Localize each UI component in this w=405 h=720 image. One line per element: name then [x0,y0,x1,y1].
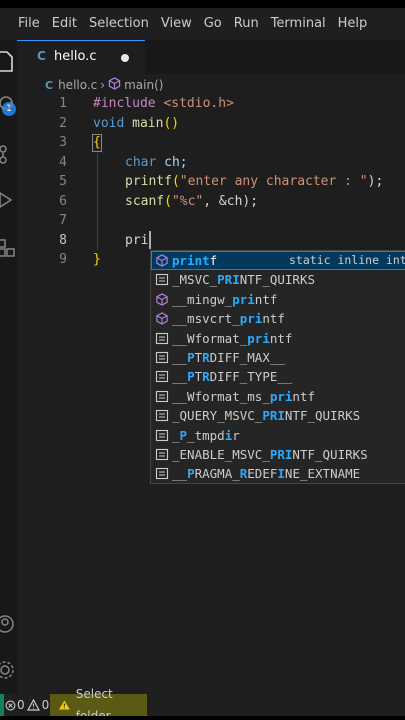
problems-indicator[interactable]: 0 0 [4,694,49,716]
select-folder-label: Select folder. [75,687,114,720]
extensions-icon[interactable] [0,236,17,262]
menu-selection[interactable]: Selection [83,8,155,40]
code-line-3: { [93,135,101,150]
suggestion-item[interactable]: _QUERY_MSVC_PRINTF_QUIRKS [151,406,405,425]
warning-icon [58,700,70,710]
autocomplete-suggestions[interactable]: printf static inline int _MSVC_PRINTF_QU… [150,250,405,484]
c-file-icon: C [45,78,54,92]
line-number: 9 [59,252,67,267]
line-number: 4 [59,154,67,170]
account-icon[interactable] [0,612,17,638]
menu-bar: File Edit Selection View Go Run Terminal… [0,8,405,40]
chevron-right-icon: › [100,78,106,92]
constant-icon [155,448,169,461]
code-line-2: void main() [93,115,180,131]
c-file-icon: C [37,49,46,63]
settings-gear-icon[interactable] [0,658,17,684]
breadcrumb-symbol[interactable]: main() [124,78,163,92]
constant-icon [155,410,169,422]
method-cube-icon [108,77,121,93]
menu-edit[interactable]: Edit [46,8,83,40]
error-icon [5,700,16,710]
code-line-8: pri [125,232,149,248]
suggestion-item[interactable]: _MSVC_PRINTF_QUIRKS [151,270,405,289]
line-number: 7 [59,213,67,228]
suggestion-item[interactable]: __PTRDIFF_TYPE__ [151,367,405,386]
code-line-9: } [93,252,101,267]
suggestion-item[interactable]: __PTRDIFF_MAX__ [151,348,405,367]
tab-bar: C hello.c [17,40,405,74]
menu-view[interactable]: View [155,8,198,40]
menu-terminal[interactable]: Terminal [265,8,332,40]
vscode-window: File Edit Selection View Go Run Terminal… [0,0,405,720]
unsaved-dot-icon[interactable] [121,54,129,62]
indent-guide [97,152,98,250]
suggestion-item[interactable]: printf static inline int [151,251,405,271]
tab-hello-c[interactable]: C hello.c [17,40,145,74]
constant-icon [155,429,169,441]
menu-help[interactable]: Help [332,8,374,40]
breadcrumb-file[interactable]: hello.c [58,78,97,92]
code-line-4: char ch; [125,154,188,170]
code-line-6: scanf("%c", &ch); [125,193,259,209]
suggestion-item[interactable]: _ENABLE_MSVC_PRINTF_QUIRKS [151,445,405,464]
line-number: 5 [59,174,67,189]
breadcrumb: C hello.c › main() [17,74,405,96]
warning-count: 0 [41,698,50,712]
menu-go[interactable]: Go [198,8,228,40]
suggestion-item[interactable]: __Wformat_printf [151,329,405,348]
menu-file[interactable]: File [12,8,46,40]
constant-icon [155,332,169,344]
activity-bar: 1 [0,40,17,694]
menu-run[interactable]: Run [228,8,265,40]
suggestion-item[interactable]: __Wformat_ms_printf [151,387,405,406]
code-line-5: printf("enter any character : "); [125,174,384,189]
line-number: 3 [59,135,67,150]
line-number: 1 [59,96,67,111]
search-icon[interactable] [0,92,17,118]
line-number: 6 [59,193,67,209]
select-folder-warning[interactable]: Select folder. [50,687,147,720]
suggestion-item[interactable]: __PRAGMA_REDEFINE_EXTNAME [151,464,405,483]
bottom-edge [0,716,405,720]
constant-icon [155,351,169,364]
suggestion-item[interactable]: __mingw_printf [151,290,405,309]
suggestion-item[interactable]: _P_tmpdir [151,426,405,445]
code-line-1: #include <stdio.h> [93,96,234,111]
line-number: 2 [59,115,67,131]
constant-icon [155,468,169,480]
error-count: 0 [17,698,25,712]
top-edge [0,0,405,8]
line-number-active: 8 [59,232,67,248]
source-control-icon[interactable] [0,142,17,168]
method-cube-icon [156,293,168,306]
files-icon[interactable] [0,50,17,76]
suggestion-detail: static inline int [289,253,405,267]
suggestion-item[interactable]: __msvcrt_printf [151,309,405,328]
method-cube-icon [156,254,168,267]
status-bar: 0 0 Select folder. [0,687,405,720]
text-cursor [149,231,151,249]
method-cube-icon [156,312,168,325]
constant-icon [155,274,169,286]
constant-icon [155,390,169,402]
run-debug-icon[interactable] [0,188,17,214]
warning-icon [26,699,40,711]
tab-label: hello.c [54,49,97,64]
constant-icon [155,371,169,383]
